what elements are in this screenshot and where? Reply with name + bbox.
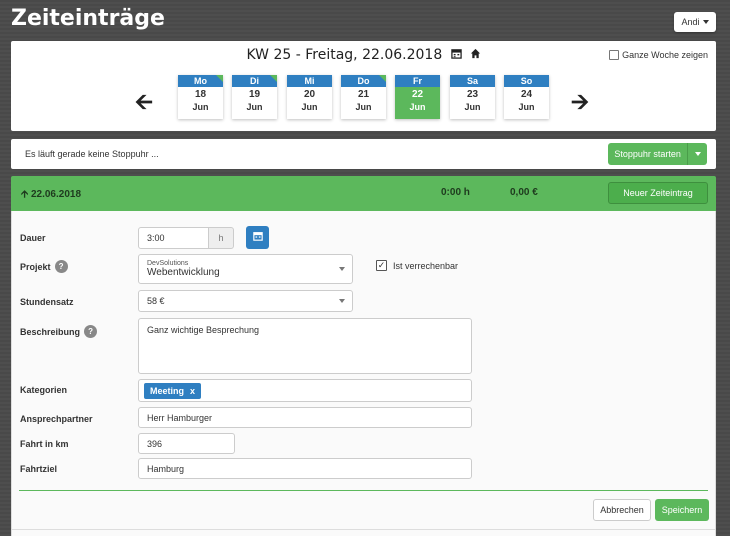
day-month: Jun [301,102,318,112]
rate-label-text: Stundensatz [20,297,74,307]
help-icon[interactable]: ? [84,325,98,338]
destination-label-text: Fahrtziel [20,464,58,474]
day-card-fr[interactable]: Fr 22 Jun [395,75,440,119]
stopwatch-panel: Es läuft gerade keine Stoppuhr ... Stopp… [11,139,716,169]
day-name: So [504,75,549,87]
home-icon[interactable] [470,48,481,62]
day-month: Jun [192,102,209,112]
checkbox-icon[interactable]: ✓ [376,260,387,271]
categories-label-text: Kategorien [20,385,68,395]
new-entry-button[interactable]: Neuer Zeiteintrag [608,182,708,204]
day-card-do[interactable]: Do 21 Jun [341,75,386,119]
stopwatch-dropdown-toggle[interactable] [687,143,707,165]
day-month: Jun [355,102,372,112]
show-whole-week-toggle[interactable]: Ganze Woche zeigen [609,50,708,60]
category-tag: Meeting x [144,383,202,399]
rate-value: 58 € [147,296,165,306]
destination-input[interactable]: Hamburg [138,458,472,479]
user-name: Andi [681,17,700,27]
day-number: 19 [248,89,261,100]
description-label-text: Beschreibung [20,326,81,337]
km-label: Fahrt in km [20,439,69,449]
day-card-mo[interactable]: Mo 18 Jun [178,75,223,119]
project-select[interactable]: DevSolutions Webentwicklung [138,254,353,284]
km-label-text: Fahrt in km [20,439,69,449]
calendar-icon[interactable] [450,48,466,62]
entry-form: Dauer 3:00 h Projekt ? DevSolutions Webe… [11,211,716,536]
week-navigation-panel: KW 25 - Freitag, 22.06.2018 Ganze Woche … [11,41,716,131]
billable-checkbox[interactable]: ✓ Ist verrechenbar [376,260,458,271]
day-card-sa[interactable]: Sa 23 Jun [450,75,495,119]
day-month: Jun [246,102,263,112]
day-number: 23 [466,89,479,100]
contact-input[interactable]: Herr Hamburger [138,407,472,428]
entry-marker [216,75,223,82]
arrow-right-icon[interactable]: 🡪 [571,85,589,123]
day-name: Sa [450,75,495,87]
arrow-up-icon: 🡩 [21,189,29,200]
day-number: 21 [357,89,370,100]
contact-label: Ansprechpartner [20,414,93,424]
chevron-down-icon [702,20,709,24]
show-whole-week-label: Ganze Woche zeigen [622,50,708,60]
entry-hours: 0:00 h [441,187,470,198]
day-card-mi[interactable]: Mi 20 Jun [287,75,332,119]
user-menu-button[interactable]: Andi [674,12,716,32]
entry-amount: 0,00 € [510,187,538,198]
day-month: Jun [409,102,426,112]
rate-label: Stundensatz [20,297,74,307]
rate-select[interactable]: 58 € [138,290,353,312]
duration-unit: h [208,227,234,249]
save-button[interactable]: Speichern [655,499,709,521]
entry-header: 🡩 22.06.2018 0:00 h 0,00 € Neuer Zeitein… [11,176,716,211]
project-label: Projekt ? [20,260,68,273]
km-input[interactable]: 396 [138,433,235,454]
day-name: Mi [287,75,332,87]
chevron-down-icon [339,299,345,303]
entry-marker [270,75,277,82]
day-month: Jun [464,102,481,112]
help-icon[interactable]: ? [54,260,68,273]
form-divider [19,490,708,491]
day-card-di[interactable]: Di 19 Jun [232,75,277,119]
billable-label: Ist verrechenbar [393,260,459,271]
day-number: 20 [303,89,316,100]
arrow-left-icon[interactable]: 🡨 [135,85,153,123]
form-bottom-border [12,529,715,530]
calendar-icon [252,231,263,244]
day-number: 18 [194,89,207,100]
remove-tag-icon[interactable]: x [190,386,195,396]
stopwatch-status: Es läuft gerade keine Stoppuhr ... [25,149,159,159]
cancel-button[interactable]: Abbrechen [593,499,651,521]
description-textarea[interactable]: Ganz wichtige Besprechung [138,318,472,374]
project-label-text: Projekt [20,261,51,272]
categories-label: Kategorien [20,385,67,395]
project-value: Webentwicklung [147,267,220,278]
project-client: DevSolutions [147,260,189,267]
categories-input[interactable]: Meeting x [138,379,472,402]
day-card-so[interactable]: So 24 Jun [504,75,549,119]
day-number: 22 [411,89,424,100]
duration-input[interactable]: 3:00 [138,227,209,249]
page-title: Zeiteinträge [11,6,165,31]
entry-marker [379,75,386,82]
chevron-down-icon [339,267,345,271]
start-stopwatch-button[interactable]: Stoppuhr starten [608,143,707,165]
contact-label-text: Ansprechpartner [20,414,93,424]
day-name: Fr [395,75,440,87]
description-label: Beschreibung ? [20,325,98,338]
day-number: 24 [520,89,533,100]
start-stopwatch-label[interactable]: Stoppuhr starten [608,143,687,165]
entry-date-text: 22.06.2018 [30,189,82,200]
calendar-button[interactable] [246,226,269,249]
entry-date[interactable]: 🡩 22.06.2018 [21,187,81,204]
destination-label: Fahrtziel [20,464,57,474]
duration-label: Dauer [20,233,46,243]
category-tag-label: Meeting [150,386,185,396]
chevron-down-icon [694,152,701,156]
week-title-text: KW 25 - Freitag, 22.06.2018 [246,47,443,63]
duration-label-text: Dauer [20,233,46,243]
day-month: Jun [518,102,535,112]
checkbox-icon[interactable] [609,50,620,60]
